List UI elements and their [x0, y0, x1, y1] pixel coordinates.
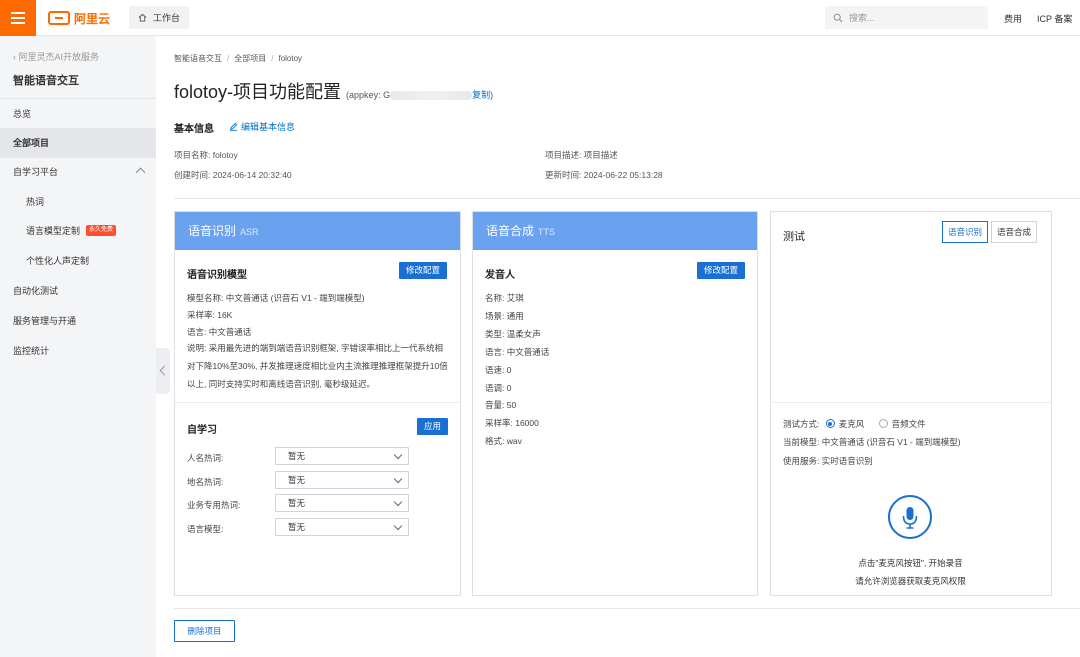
- test-title: 测试: [783, 231, 805, 243]
- project-description: 项目描述: 项目描述: [545, 150, 618, 160]
- search-input[interactable]: 搜索...: [825, 6, 988, 29]
- search-icon: [833, 13, 843, 22]
- divider: [174, 608, 1080, 609]
- radio-unchecked-icon: [878, 419, 888, 429]
- tab-asr-test[interactable]: 语音识别: [942, 221, 989, 243]
- tts-pitch: 语调: 0: [485, 383, 512, 393]
- sidebar-back-link[interactable]: ‹ 阿里灵杰AI开放服务: [13, 50, 99, 63]
- tab-tts-test[interactable]: 语音合成: [991, 221, 1038, 243]
- asr-card-header: 语音识别 ASR: [175, 212, 460, 250]
- home-icon: [138, 13, 147, 22]
- sidebar-item-overview[interactable]: 总览: [0, 99, 156, 129]
- appkey: (appkey: G 复制): [346, 90, 494, 101]
- divider: [174, 198, 1080, 199]
- free-badge: 永久免费: [86, 225, 117, 237]
- select-label: 地名热词:: [187, 477, 224, 487]
- basic-info-title: 基本信息: [174, 124, 214, 135]
- test-method: 测试方式: 麦克风 音频文件: [783, 419, 926, 429]
- sidebar-item-voice-custom[interactable]: 个性化人声定制: [0, 246, 156, 276]
- speaker-title: 发音人: [485, 270, 515, 281]
- chevron-down-icon: [393, 521, 403, 531]
- tts-language: 语言: 中文普通话: [485, 347, 550, 357]
- asr-description: 说明: 采用最先进的端到端语音识别框架, 字错误率相比上一代系统相对下降10%至…: [187, 343, 448, 389]
- edit-basic-info-link[interactable]: 编辑基本信息: [229, 120, 295, 133]
- divider: [771, 402, 1051, 403]
- person-hotword-select[interactable]: 暂无: [275, 447, 409, 465]
- chevron-down-icon: [393, 474, 403, 484]
- chevron-down-icon: [393, 497, 403, 507]
- created-time: 创建时间: 2024-06-14 20:32:40: [174, 170, 292, 180]
- sidebar-item-language-model[interactable]: 语言模型定制 永久免费: [0, 216, 156, 246]
- tts-speed: 语速: 0: [485, 365, 512, 375]
- breadcrumb-item[interactable]: 全部项目: [234, 54, 266, 63]
- sidebar-item-hotwords[interactable]: 热词: [0, 187, 156, 217]
- sidebar: ‹ 阿里灵杰AI开放服务 智能语音交互 总览 全部项目 自学习平台 热词 语言模…: [0, 36, 156, 657]
- sidebar-item-monitoring[interactable]: 监控统计: [0, 336, 156, 366]
- menu-icon[interactable]: [0, 0, 36, 36]
- sidebar-title: 智能语音交互: [13, 75, 79, 87]
- asr-model-name: 模型名称: 中文普通话 (识音石 V1 - 端到端模型): [187, 293, 365, 303]
- aliyun-logo[interactable]: 阿里云: [48, 10, 110, 26]
- mic-hint: 点击"麦克风按钮", 开始录音: [858, 558, 963, 568]
- sidebar-item-service-management[interactable]: 服务管理与开通: [0, 306, 156, 336]
- apply-button[interactable]: 应用: [417, 418, 449, 435]
- sidebar-item-all-projects[interactable]: 全部项目: [0, 128, 156, 158]
- workbench-button[interactable]: 工作台: [129, 6, 189, 29]
- language-model-select[interactable]: 暂无: [275, 518, 409, 536]
- asr-modify-button[interactable]: 修改配置: [399, 262, 448, 279]
- main-content: 智能语音交互 / 全部项目 / folotoy folotoy-项目功能配置 (appk…: [156, 36, 1080, 657]
- tts-type: 类型: 温柔女声: [485, 329, 541, 339]
- sidebar-item-self-learning[interactable]: 自学习平台: [0, 157, 156, 187]
- project-name: 项目名称: folotoy: [174, 150, 238, 160]
- test-card: 测试 语音识别 语音合成 测试方式: 麦克风 音频文件 当前模型: 中文普通话 …: [770, 211, 1052, 596]
- tts-sample-rate: 采样率: 16000: [485, 418, 539, 428]
- audio-file-radio[interactable]: 音频文件: [878, 419, 926, 429]
- radio-checked-icon: [825, 419, 835, 429]
- chevron-up-icon: [135, 167, 146, 178]
- tts-scene: 场景: 通用: [485, 311, 524, 321]
- chevron-down-icon: [393, 450, 403, 460]
- tts-modify-button[interactable]: 修改配置: [697, 262, 746, 279]
- logo-icon: [48, 11, 70, 25]
- tts-format: 格式: wav: [485, 436, 522, 446]
- select-label: 业务专用热词:: [187, 500, 241, 510]
- self-learning-title: 自学习: [187, 425, 217, 436]
- asr-sample-rate: 采样率: 16K: [187, 310, 233, 320]
- sidebar-item-auto-test[interactable]: 自动化测试: [0, 276, 156, 306]
- tts-speaker-name: 名称: 艾琪: [485, 293, 524, 303]
- page-title: folotoy-项目功能配置 (appkey: G 复制): [174, 82, 494, 102]
- asr-model-title: 语音识别模型: [187, 270, 247, 281]
- business-hotword-select[interactable]: 暂无: [275, 494, 409, 512]
- tts-card-header: 语音合成 TTS: [473, 212, 757, 250]
- delete-project-button[interactable]: 删除项目: [174, 620, 235, 642]
- appkey-redacted: [390, 91, 473, 101]
- top-bar: 阿里云 工作台 搜索... 费用 ICP 备案: [0, 0, 1080, 36]
- mic-radio[interactable]: 麦克风: [825, 419, 864, 429]
- select-label: 语言模型:: [187, 524, 224, 534]
- chevron-left-icon: ‹: [13, 52, 16, 62]
- current-model: 当前模型: 中文普通话 (识音石 V1 - 端到端模型): [783, 437, 961, 447]
- service-used: 使用服务: 实时语音识别: [783, 456, 873, 466]
- updated-time: 更新时间: 2024-06-22 05:13:28: [545, 170, 663, 180]
- icp-link[interactable]: ICP 备案: [1037, 12, 1072, 25]
- breadcrumb-item[interactable]: 智能语音交互: [174, 54, 222, 63]
- copy-appkey-link[interactable]: 复制: [472, 90, 490, 100]
- select-label: 人名热词:: [187, 453, 224, 463]
- breadcrumb: 智能语音交互 / 全部项目 / folotoy: [174, 54, 303, 63]
- asr-language: 语言: 中文普通话: [187, 327, 252, 337]
- microphone-button[interactable]: [888, 495, 932, 539]
- billing-link[interactable]: 费用: [1004, 12, 1022, 25]
- divider: [175, 402, 460, 403]
- asr-card: 语音识别 ASR 语音识别模型 修改配置 模型名称: 中文普通话 (识音石 V1 …: [174, 211, 461, 596]
- tts-card: 语音合成 TTS 发音人 修改配置 名称: 艾琪 场景: 通用 类型: 温柔女声 …: [472, 211, 758, 596]
- mic-permission-hint: 请允许浏览器获取麦克风权限: [855, 576, 966, 586]
- place-hotword-select[interactable]: 暂无: [275, 471, 409, 489]
- edit-icon: [229, 122, 238, 131]
- microphone-icon: [902, 507, 918, 529]
- tts-volume: 音量: 50: [485, 400, 517, 410]
- breadcrumb-item: folotoy: [278, 54, 303, 63]
